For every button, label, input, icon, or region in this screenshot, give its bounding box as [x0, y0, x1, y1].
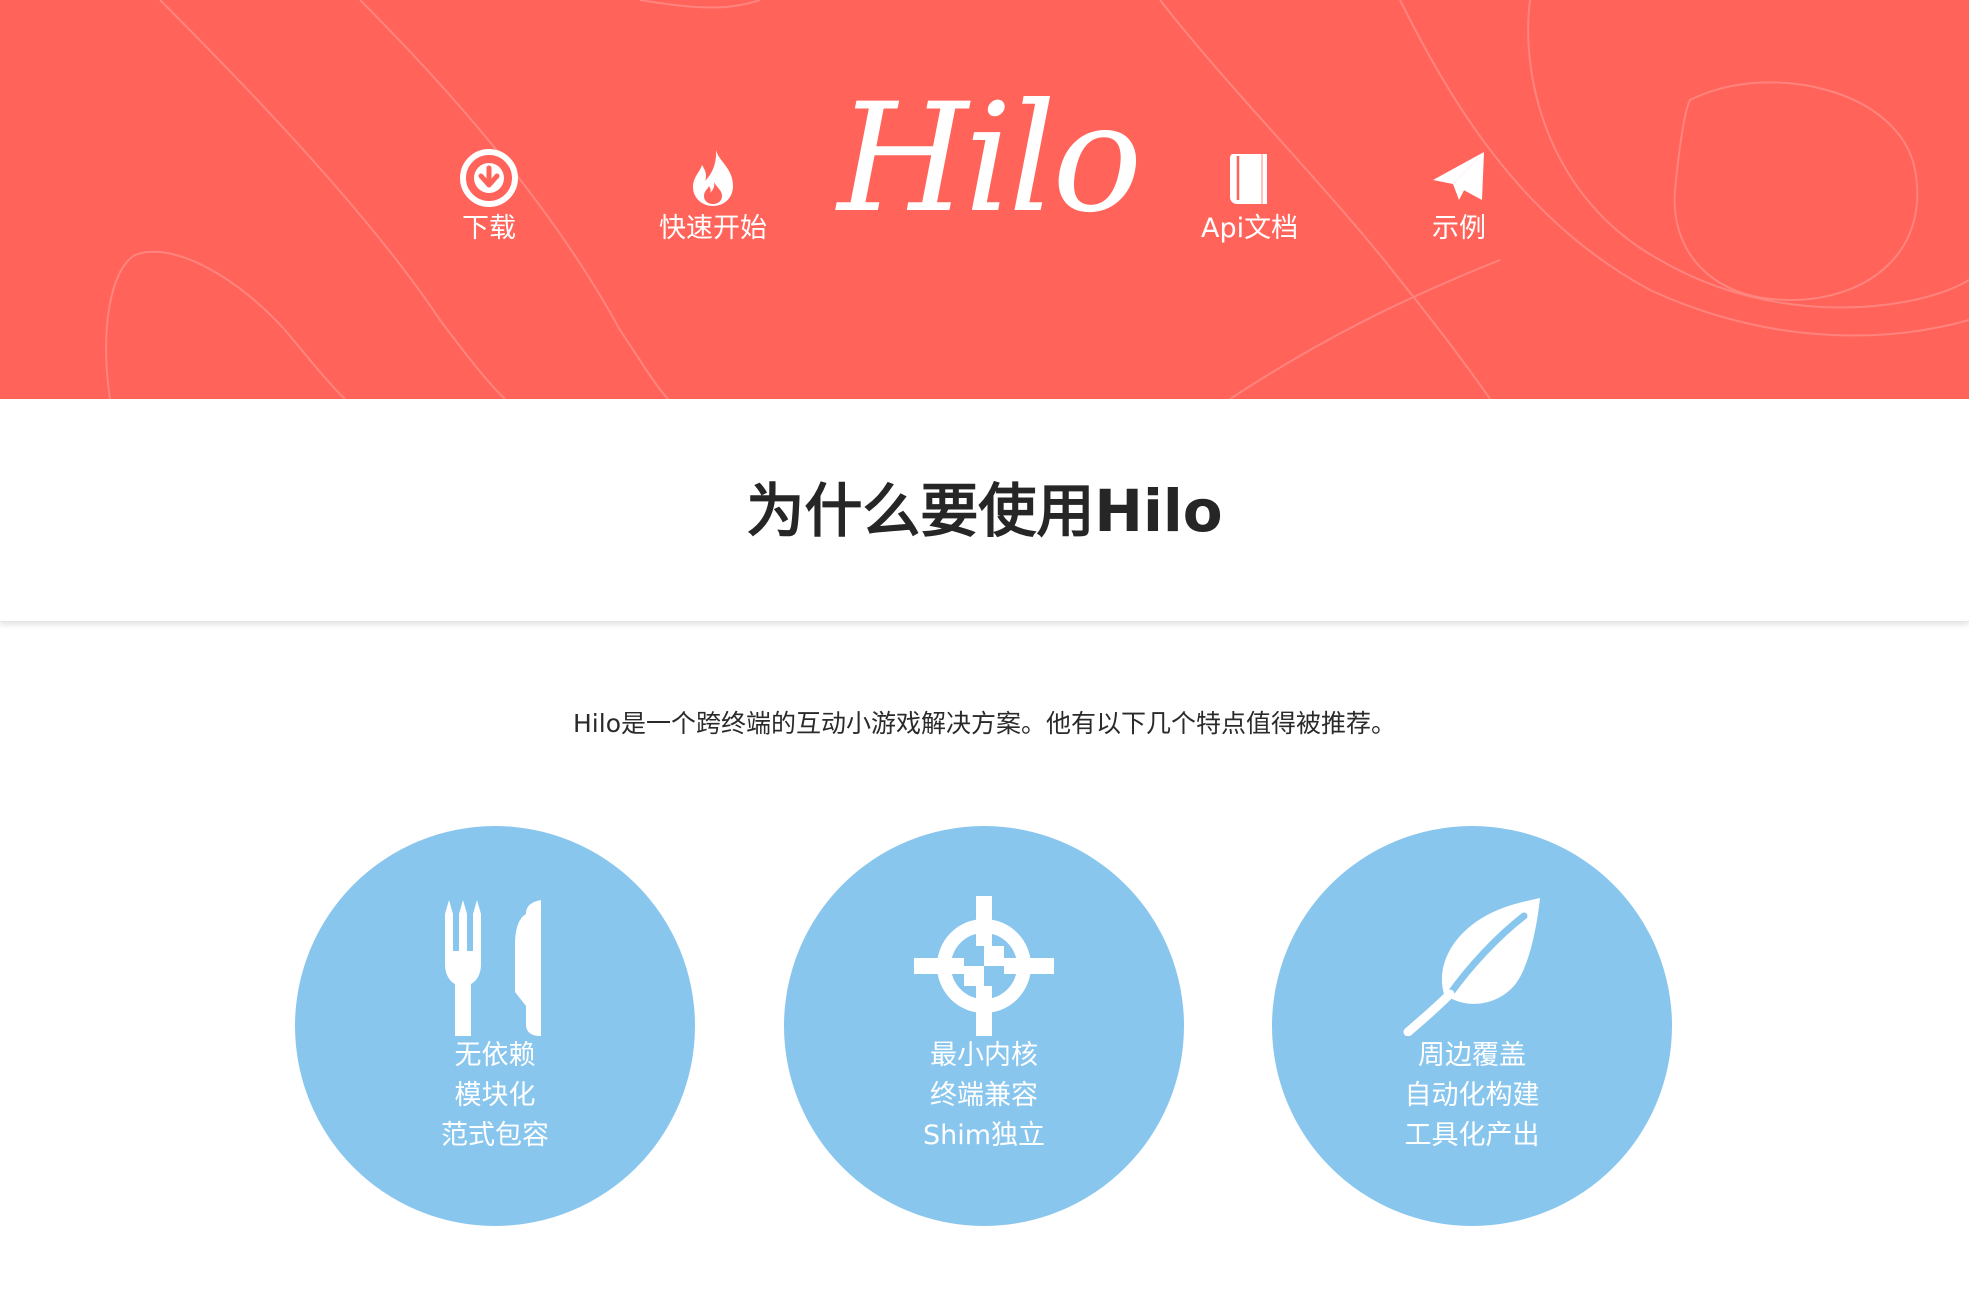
feature-c-text: 周边覆盖 自动化构建 工具化产出: [1272, 1036, 1672, 1156]
nav-quickstart[interactable]: 快速开始: [659, 148, 767, 246]
nav-examples[interactable]: 示例: [1429, 148, 1489, 246]
feature-b-text: 最小内核 终端兼容 Shim独立: [784, 1036, 1184, 1156]
nav-api-docs[interactable]: Api文档: [1201, 148, 1298, 246]
fire-icon: [693, 150, 733, 206]
feature-c-line-3: 工具化产出: [1404, 1120, 1540, 1151]
nav-download[interactable]: 下载: [459, 148, 519, 246]
feature-a-text: 无依赖 模块化 范式包容: [295, 1036, 695, 1156]
nav-quickstart-label: 快速开始: [659, 213, 767, 244]
book-icon: [1229, 154, 1267, 204]
section-title-brand: Hilo: [1094, 477, 1223, 545]
fork-knife-icon: [445, 900, 541, 1036]
feature-circle-a: 无依赖 模块化 范式包容: [295, 826, 695, 1226]
nav-api-docs-label: Api文档: [1201, 213, 1299, 244]
site-header: 下载 快速开始 Hilo Api文档 示例: [0, 0, 1969, 399]
crosshair-icon: [914, 896, 1054, 1036]
hilo-logo[interactable]: Hilo: [826, 64, 1150, 254]
leaf-icon: [1403, 898, 1540, 1036]
feature-c-line-2: 自动化构建: [1404, 1080, 1540, 1111]
feature-b-line-3: Shim独立: [922, 1120, 1046, 1151]
feature-circle-b: 最小内核 终端兼容 Shim独立: [784, 826, 1184, 1226]
title-band: 为什么要使用Hilo: [0, 399, 1969, 622]
feature-b-line-2: 终端兼容: [930, 1080, 1038, 1111]
nav-download-label: 下载: [462, 213, 516, 244]
feature-b-line-1: 最小内核: [930, 1040, 1038, 1071]
feature-a-line-3: 范式包容: [441, 1120, 549, 1151]
section-title: 为什么要使用Hilo: [0, 473, 1969, 549]
section-title-prefix: 为什么要使用: [746, 477, 1095, 545]
nav-examples-label: 示例: [1432, 213, 1486, 244]
feature-c-line-1: 周边覆盖: [1418, 1040, 1526, 1071]
intro-text: Hilo是一个跨终端的互动小游戏解决方案。他有以下几个特点值得被推荐。: [573, 709, 1396, 738]
feature-circle-c: 周边覆盖 自动化构建 工具化产出: [1272, 826, 1672, 1226]
paper-plane-icon: [1433, 152, 1484, 200]
download-circle-icon: [460, 149, 518, 207]
logo-text: Hilo: [837, 72, 1142, 246]
feature-a-line-1: 无依赖: [454, 1040, 536, 1071]
feature-a-line-2: 模块化: [454, 1080, 536, 1111]
